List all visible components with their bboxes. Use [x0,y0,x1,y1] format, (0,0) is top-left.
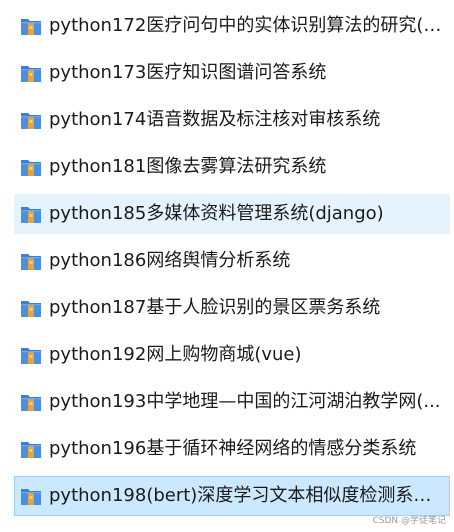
watermark: CSDN @学徒笔记 [372,516,446,526]
folder-icon [21,113,41,129]
folder-item[interactable]: python185多媒体资料管理系统(django) [14,194,450,234]
folder-icon [21,489,41,505]
folder-name: python193中学地理—中国的江河湖泊教学网(... [49,391,441,412]
folder-item[interactable]: python174语音数据及标注核对审核系统 [14,100,450,140]
folder-icon [21,160,41,176]
folder-name: python198(bert)深度学习文本相似度检测系统... [49,485,445,506]
folder-name: python173医疗知识图谱问答系统 [49,62,327,83]
folder-item[interactable]: python173医疗知识图谱问答系统 [14,53,450,93]
folder-icon [21,348,41,364]
folder-icon [21,66,41,82]
folder-item[interactable]: python181图像去雾算法研究系统 [14,147,450,187]
folder-item[interactable]: python186网络舆情分析系统 [14,241,450,281]
folder-item[interactable]: python198(bert)深度学习文本相似度检测系统... [14,476,450,516]
folder-icon [21,301,41,317]
folder-name: python174语音数据及标注核对审核系统 [49,109,381,130]
folder-item[interactable]: python172医疗问句中的实体识别算法的研究(f... [14,6,450,46]
folder-name: python185多媒体资料管理系统(django) [49,203,384,224]
folder-name: python187基于人脸识别的景区票务系统 [49,297,381,318]
folder-name: python196基于循环神经网络的情感分类系统 [49,438,417,459]
folder-name: python181图像去雾算法研究系统 [49,156,327,177]
folder-icon [21,395,41,411]
folder-item[interactable]: python193中学地理—中国的江河湖泊教学网(... [14,382,450,422]
folder-icon [21,254,41,270]
folder-icon [21,19,41,35]
folder-item[interactable]: python187基于人脸识别的景区票务系统 [14,288,450,328]
folder-item[interactable]: python196基于循环神经网络的情感分类系统 [14,429,450,469]
folder-name: python186网络舆情分析系统 [49,250,291,271]
folder-icon [21,207,41,223]
folder-item[interactable]: python192网上购物商城(vue) [14,335,450,375]
folder-name: python192网上购物商城(vue) [49,344,302,365]
folder-icon [21,442,41,458]
folder-name: python172医疗问句中的实体识别算法的研究(f... [49,15,445,36]
